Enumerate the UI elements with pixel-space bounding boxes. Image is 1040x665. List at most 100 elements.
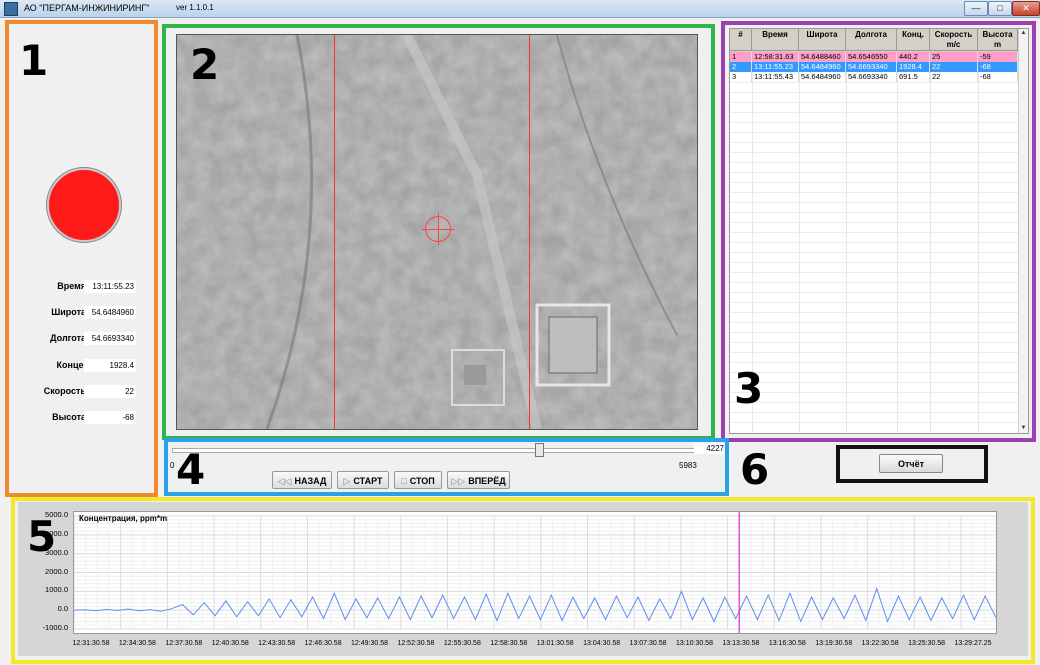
panel-number-4: 4 [176, 445, 206, 494]
concentration-series-line [74, 586, 996, 623]
x-tick-label: 13:10:30.58 [675, 640, 713, 647]
x-tick-label: 12:55:30.58 [443, 640, 481, 647]
x-tick-label: 13:25:30.58 [908, 640, 946, 647]
timeline-current-value: 4227 [694, 443, 724, 454]
report-button[interactable]: Отчёт [879, 454, 943, 473]
crosshair-icon [422, 213, 454, 245]
table-row-selected[interactable]: 2 13:11:55.23 54.6484960 54.6693340 1928… [730, 62, 1018, 72]
back-button-label: НАЗАД [294, 476, 327, 486]
x-tick-label: 13:29:27.25 [954, 640, 992, 647]
table-cell: 54.6484960 [799, 62, 846, 72]
status-label: Конце. [56, 360, 86, 370]
panel-number-5: 5 [27, 512, 57, 561]
column-header[interactable]: # [730, 29, 752, 51]
x-tick-label: 13:07:30.58 [629, 640, 667, 647]
status-row-altitude: Высота -68 [30, 411, 140, 425]
table-cell: -59 [978, 52, 1018, 62]
table-cell: 13:11:55.43 [752, 72, 799, 82]
timeline-slider-track[interactable] [172, 448, 696, 453]
table-cell: 22 [930, 62, 978, 72]
table-cell: 12:58:31.63 [752, 52, 799, 62]
start-button-label: СТАРТ [353, 476, 383, 486]
timeline-min-label: 0 [170, 461, 175, 470]
status-value: -68 [84, 411, 136, 424]
window-title: АО "ПЕРГАМ-ИНЖИНИРИНГ" [24, 3, 150, 13]
table-cell: 3 [730, 72, 752, 82]
x-tick-label: 12:58:30.58 [490, 640, 528, 647]
status-row-time: Время 13:11:55.23 [30, 280, 140, 294]
table-header: # Время Широта Долгота Конц. Скорость m/… [730, 29, 1018, 52]
stop-icon: □ [401, 476, 407, 486]
panel-number-3: 3 [734, 364, 764, 413]
table-scrollbar[interactable]: ▲ ▼ [1018, 29, 1028, 433]
fast-forward-icon: ▷▷ [451, 476, 466, 486]
right-boundary-line [529, 35, 530, 429]
window-version: ver 1.1.0.1 [176, 3, 214, 12]
timeline-max-label: 5983 [679, 461, 697, 470]
play-icon: ▷ [343, 476, 351, 486]
x-tick-label: 12:49:30.58 [351, 640, 389, 647]
y-tick-label: 1000.0 [45, 585, 68, 595]
x-tick-label: 13:22:30.58 [861, 640, 899, 647]
y-tick-label: 0.0 [57, 604, 68, 614]
table-row[interactable]: 1 12:58:31.63 54.6488460 54.6546550 440.… [730, 52, 1018, 62]
column-header[interactable]: Высота m [978, 29, 1018, 51]
status-label: Высота [52, 412, 86, 422]
scroll-up-icon[interactable]: ▲ [1019, 29, 1028, 38]
back-button[interactable]: ◁◁ НАЗАД [272, 471, 332, 489]
x-tick-label: 13:01:30.58 [536, 640, 574, 647]
start-button[interactable]: ▷ СТАРТ [337, 471, 389, 489]
table-cell: -68 [978, 62, 1018, 72]
column-header[interactable]: Широта [799, 29, 846, 51]
red-alarm-indicator [47, 168, 121, 242]
y-tick-label: -1000.0 [42, 623, 68, 632]
window-titlebar: АО "ПЕРГАМ-ИНЖИНИРИНГ" ver 1.1.0.1 — □ ✕ [0, 0, 1040, 18]
forward-button[interactable]: ▷▷ ВПЕРЁД [447, 471, 510, 489]
status-value: 54.6484960 [84, 306, 136, 319]
status-label: Долгота [50, 333, 86, 343]
column-header[interactable]: Конц. [897, 29, 930, 51]
column-header[interactable]: Время [752, 29, 799, 51]
x-tick-label: 12:37:30.58 [165, 640, 203, 647]
table-cell: 54.6693340 [846, 72, 897, 82]
status-value: 13:11:55.23 [84, 280, 136, 293]
column-header[interactable]: Скорость m/c [930, 29, 978, 51]
status-label: Широта [51, 307, 86, 317]
detections-table[interactable]: # Время Широта Долгота Конц. Скорость m/… [729, 28, 1029, 434]
table-cell: 54.6484960 [799, 72, 846, 82]
status-value: 22 [84, 385, 136, 398]
stop-button-label: СТОП [409, 476, 435, 486]
x-tick-label: 13:04:30.58 [583, 640, 621, 647]
table-cell: 22 [930, 72, 978, 82]
left-boundary-line [334, 35, 335, 429]
table-cell: 54.6546550 [846, 52, 897, 62]
x-tick-label: 13:16:30.58 [768, 640, 806, 647]
timeline-slider-thumb[interactable] [534, 443, 544, 457]
x-tick-label: 12:40:30.58 [211, 640, 249, 647]
table-cell: 54.6693340 [846, 62, 897, 72]
forward-button-label: ВПЕРЁД [468, 476, 506, 486]
panel-number-1: 1 [19, 36, 49, 85]
x-tick-label: 12:52:30.58 [397, 640, 435, 647]
stop-button[interactable]: □ СТОП [394, 471, 442, 489]
app-icon [4, 2, 18, 16]
scroll-down-icon[interactable]: ▼ [1019, 424, 1028, 433]
table-cell: 440.2 [897, 52, 930, 62]
x-tick-label: 13:13:30.58 [722, 640, 760, 647]
status-row-latitude: Широта 54.6484960 [30, 306, 140, 320]
x-tick-label: 12:31:30.58 [72, 640, 110, 647]
x-tick-label: 12:46:30.58 [304, 640, 342, 647]
maximize-button[interactable]: □ [988, 1, 1012, 16]
status-row-longitude: Долгота 54.6693340 [30, 332, 140, 346]
concentration-chart[interactable] [73, 511, 997, 634]
table-row[interactable]: 3 13:11:55.43 54.6484960 54.6693340 691.… [730, 72, 1018, 82]
panel-1-frame [5, 20, 158, 497]
table-cell: 25 [930, 52, 978, 62]
table-cell: -68 [978, 72, 1018, 82]
column-header[interactable]: Долгота [846, 29, 897, 51]
close-button[interactable]: ✕ [1012, 1, 1040, 16]
table-cell: 13:11:55.23 [752, 62, 799, 72]
minimize-button[interactable]: — [964, 1, 988, 16]
status-row-concentration: Конце. 1928.4 [30, 359, 140, 373]
panel-number-6: 6 [740, 445, 770, 494]
